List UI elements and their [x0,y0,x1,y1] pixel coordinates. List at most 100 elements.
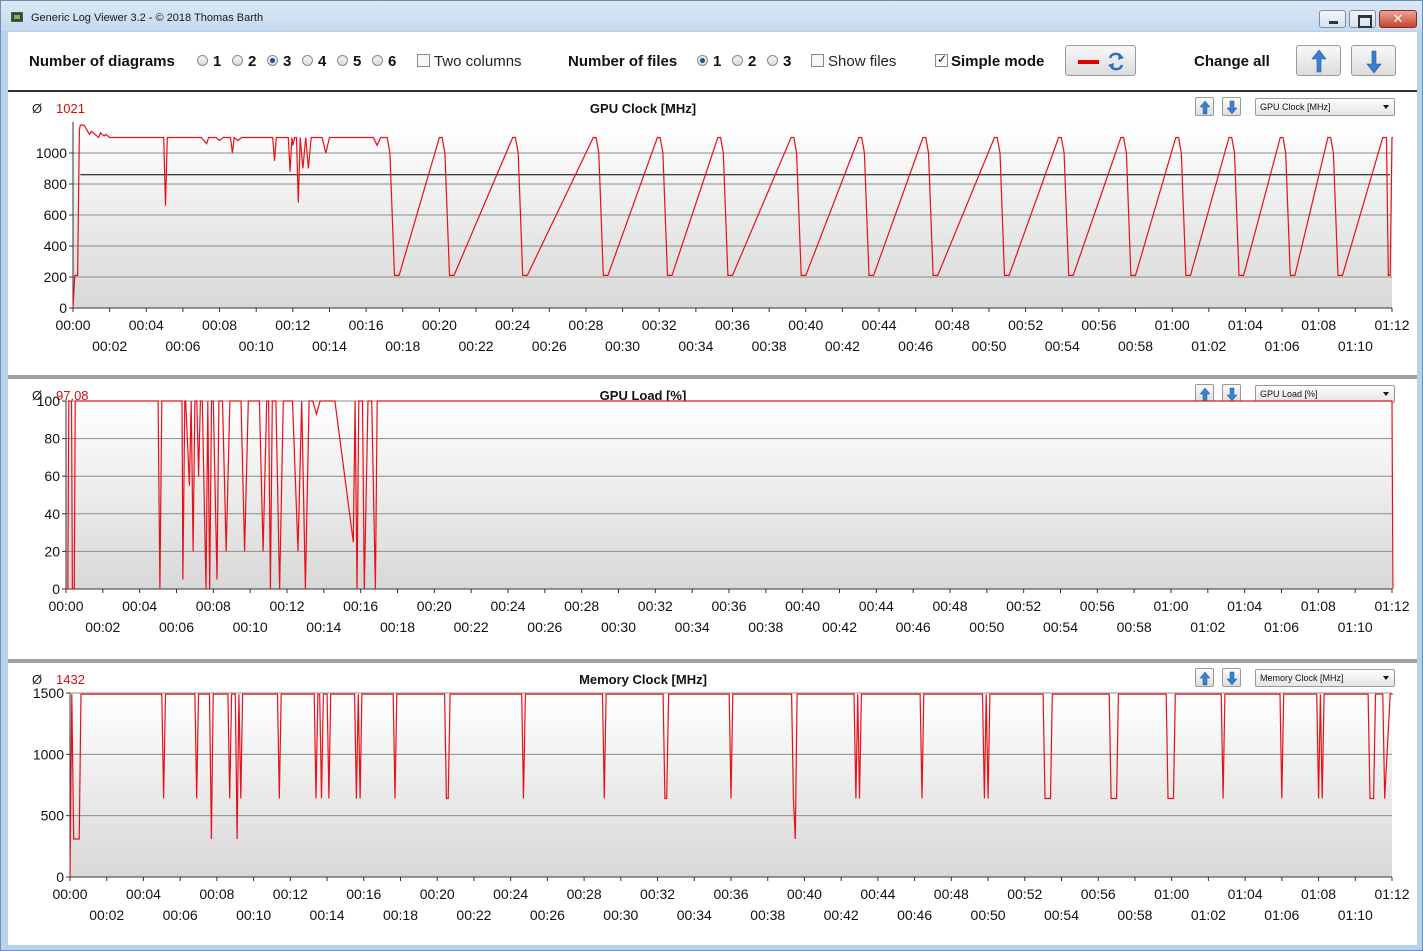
x-tick-label: 00:36 [711,598,746,614]
y-tick-label: 200 [44,269,68,285]
files-radio-3[interactable] [767,55,778,66]
x-tick-label: 01:12 [1374,886,1409,902]
y-tick-label: 20 [44,543,60,559]
y-tick-label: 600 [44,207,68,223]
x-tick-label: 01:10 [1338,619,1373,635]
x-tick-label: 00:38 [752,338,787,354]
x-tick-label: 00:04 [122,598,157,614]
diagrams-radio-5-label: 5 [353,53,362,70]
y-tick-label: 60 [44,468,60,484]
x-tick-label: 00:34 [677,907,712,923]
x-tick-label: 00:42 [824,907,859,923]
x-tick-label: 00:50 [971,907,1006,923]
x-tick-label: 00:26 [527,619,562,635]
color-refresh-button[interactable] [1065,45,1136,76]
x-tick-label: 00:24 [490,598,525,614]
x-tick-label: 01:12 [1374,598,1409,614]
chart-svg[interactable]: 02040608010000:00 00:04 00:08 00:12 00:16 00:… [8,379,1417,661]
x-tick-label: 01:00 [1154,886,1189,902]
x-tick-label: 00:28 [567,886,602,902]
x-tick-label: 00:04 [126,886,161,902]
chart-panel-3: Ø 1432 Memory Clock [MHz] Memory Clock [MHz… [8,663,1417,945]
num-files-label: Number of files [568,53,678,70]
x-tick-label: 00:00 [52,886,87,902]
close-button[interactable]: ✕ [1379,10,1417,28]
x-tick-label: 00:30 [601,619,636,635]
diagrams-radio-3[interactable] [267,55,278,66]
y-tick-label: 40 [44,506,60,522]
arrow-down-icon [1366,50,1382,74]
files-radio-1[interactable] [697,55,708,66]
diagrams-radio-3-label: 3 [283,53,292,70]
x-tick-label: 00:48 [934,886,969,902]
app-window: Generic Log Viewer 3.2 - © 2018 Thomas B… [0,0,1423,951]
move-down-all-button[interactable] [1351,45,1396,76]
y-tick-label: 0 [56,869,64,885]
files-radio-2-label: 2 [748,53,757,70]
x-tick-label: 00:30 [603,907,638,923]
diagrams-radio-6[interactable] [372,55,383,66]
x-tick-label: 00:22 [459,338,494,354]
x-tick-label: 01:08 [1301,886,1336,902]
diagrams-radio-4-label: 4 [318,53,327,70]
diagrams-radio-4[interactable] [302,55,313,66]
x-tick-label: 00:46 [898,338,933,354]
x-tick-label: 00:24 [495,317,530,333]
x-tick-label: 00:46 [896,619,931,635]
x-tick-label: 00:52 [1006,598,1041,614]
x-tick-label: 01:02 [1190,619,1225,635]
x-tick-label: 00:32 [642,317,677,333]
chart-svg[interactable]: 05001000150000:00 00:04 00:08 00:12 00:16 00:… [8,663,1417,945]
show-files-checkbox[interactable] [811,54,824,67]
y-tick-label: 500 [41,808,65,824]
x-tick-label: 00:44 [859,598,894,614]
x-tick-label: 00:16 [346,886,381,902]
x-tick-label: 00:46 [897,907,932,923]
x-tick-label: 00:14 [312,338,347,354]
x-tick-label: 00:58 [1118,338,1153,354]
x-tick-label: 00:12 [275,317,310,333]
show-files-label: Show files [828,53,897,70]
x-tick-label: 00:02 [85,619,120,635]
x-tick-label: 00:24 [493,886,528,902]
x-tick-label: 00:44 [862,317,897,333]
x-tick-label: 00:42 [822,619,857,635]
move-up-all-button[interactable] [1296,45,1341,76]
two-columns-label: Two columns [434,53,522,70]
simple-mode-checkbox[interactable] [935,52,948,67]
x-tick-label: 00:14 [306,619,341,635]
x-tick-label: 00:40 [785,598,820,614]
maximize-button[interactable] [1349,10,1376,28]
x-tick-label: 00:10 [236,907,271,923]
x-tick-label: 00:20 [417,598,452,614]
x-tick-label: 00:02 [89,907,124,923]
diagrams-radio-1[interactable] [197,55,208,66]
x-tick-label: 00:08 [199,886,234,902]
chart-svg[interactable]: 0200400600800100000:00 00:04 00:08 00:12 00:… [8,92,1417,375]
x-tick-label: 00:58 [1117,619,1152,635]
diagrams-radio-5[interactable] [337,55,348,66]
window-title: Generic Log Viewer 3.2 - © 2018 Thomas B… [31,12,264,24]
x-tick-label: 00:12 [273,886,308,902]
x-tick-label: 00:12 [269,598,304,614]
x-tick-label: 00:06 [163,907,198,923]
minimize-button[interactable] [1319,10,1346,28]
y-tick-label: 400 [44,238,68,254]
chart-panel-2: Ø 97,08 GPU Load [%] GPU Load [%] 0 20 40 60 80 1… [8,379,1417,661]
diagrams-radio-2[interactable] [232,55,243,66]
files-radio-2[interactable] [732,55,743,66]
diagrams-radio-1-label: 1 [213,53,222,70]
x-tick-label: 00:56 [1081,886,1116,902]
x-tick-label: 01:08 [1301,317,1336,333]
files-radio-3-label: 3 [783,53,792,70]
x-tick-label: 00:00 [48,598,83,614]
files-radio-1-label: 1 [713,53,722,70]
x-tick-label: 01:02 [1191,907,1226,923]
x-tick-label: 00:30 [605,338,640,354]
x-tick-label: 00:58 [1117,907,1152,923]
x-tick-label: 00:54 [1044,907,1079,923]
title-bar[interactable]: Generic Log Viewer 3.2 - © 2018 Thomas B… [1,1,1422,31]
y-tick-label: 80 [44,431,60,447]
x-tick-label: 00:32 [638,598,673,614]
two-columns-checkbox[interactable] [417,54,430,67]
